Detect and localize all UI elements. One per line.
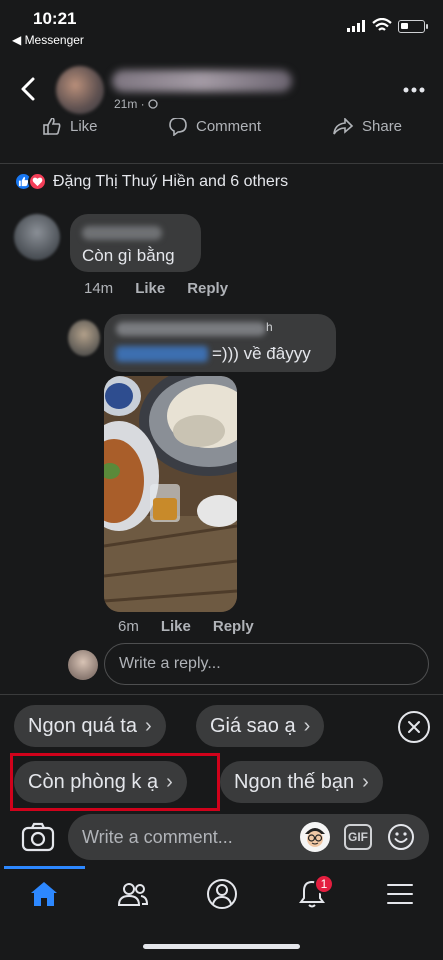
wifi-icon bbox=[372, 18, 392, 31]
post-action-row: Like Comment Share bbox=[0, 118, 443, 150]
comment-time: 14m bbox=[84, 280, 114, 297]
commenter-name-blurred[interactable] bbox=[82, 226, 162, 240]
quick-reply-label: Giá sao ạ bbox=[210, 714, 296, 737]
thumbs-up-icon bbox=[43, 118, 61, 135]
more-options-icon[interactable] bbox=[400, 80, 428, 100]
reply-reply-link[interactable]: Reply bbox=[213, 618, 254, 635]
close-icon bbox=[408, 721, 420, 733]
chevron-right-icon: › bbox=[303, 714, 311, 737]
notification-badge: 1 bbox=[314, 874, 334, 894]
comment-text: Còn gì bằng bbox=[82, 246, 175, 265]
avatar-face-icon bbox=[301, 823, 329, 851]
replier-avatar[interactable] bbox=[68, 320, 100, 356]
write-comment-input[interactable] bbox=[68, 814, 429, 860]
back-to-messenger-link[interactable]: ◀ Messenger bbox=[12, 33, 84, 47]
reply-meta: 6m Like Reply bbox=[118, 618, 254, 635]
reply-like-link[interactable]: Like bbox=[161, 618, 191, 635]
love-reaction-icon bbox=[28, 172, 47, 191]
reaction-summary[interactable]: Đặng Thị Thuý Hiền and 6 others bbox=[14, 172, 288, 191]
globe-icon bbox=[148, 99, 158, 109]
divider bbox=[0, 163, 443, 164]
food-photo-image bbox=[104, 376, 237, 612]
quick-reply-chip[interactable]: Ngon quá ta › bbox=[14, 705, 166, 747]
commenter-avatar[interactable] bbox=[14, 214, 60, 260]
tab-friends[interactable] bbox=[115, 876, 151, 912]
camera-icon[interactable] bbox=[20, 820, 56, 854]
chevron-right-icon: › bbox=[362, 770, 369, 793]
like-action-button[interactable]: Like bbox=[42, 118, 98, 136]
divider bbox=[0, 694, 443, 695]
mention-tag-blurred[interactable] bbox=[116, 346, 208, 362]
my-avatar bbox=[68, 650, 98, 680]
avatar-sticker-button[interactable] bbox=[300, 822, 330, 852]
post-author-avatar[interactable] bbox=[56, 66, 104, 114]
post-time: 21m · bbox=[114, 97, 149, 111]
quick-reply-chip[interactable]: Giá sao ạ › bbox=[196, 705, 325, 747]
share-arrow-icon bbox=[333, 118, 354, 135]
tab-home[interactable] bbox=[26, 876, 62, 912]
tab-menu[interactable] bbox=[382, 876, 418, 912]
like-action-label: Like bbox=[70, 118, 98, 135]
comment-action-button[interactable]: Comment bbox=[168, 118, 261, 136]
share-action-label: Share bbox=[362, 118, 403, 135]
reaction-names: Đặng Thị Thuý Hiền and 6 others bbox=[53, 172, 289, 190]
signal-icon bbox=[347, 20, 365, 32]
reply-text: =))) về đâyyy bbox=[212, 344, 311, 363]
close-quick-replies-button[interactable] bbox=[398, 711, 430, 743]
reply-photo[interactable] bbox=[104, 376, 237, 612]
comment-like-link[interactable]: Like bbox=[135, 280, 165, 297]
highlight-annotation bbox=[10, 753, 220, 811]
post-meta: 21m · bbox=[114, 97, 158, 111]
friends-icon bbox=[117, 883, 149, 906]
reply-time: 6m bbox=[118, 618, 139, 635]
comment-meta: 14m Like Reply bbox=[84, 280, 228, 297]
replier-name-tail: h bbox=[266, 320, 273, 334]
tab-profile[interactable] bbox=[204, 876, 240, 912]
post-author-name-blurred[interactable] bbox=[112, 70, 292, 92]
write-reply-input[interactable] bbox=[104, 643, 429, 685]
share-action-button[interactable]: Share bbox=[332, 118, 402, 136]
home-icon bbox=[31, 882, 57, 906]
comment-reply-link[interactable]: Reply bbox=[187, 280, 228, 297]
home-indicator bbox=[143, 944, 300, 949]
chevron-right-icon: › bbox=[144, 714, 152, 737]
quick-reply-chip[interactable]: Ngon thế bạn › bbox=[220, 761, 383, 803]
hamburger-menu-icon bbox=[387, 884, 413, 904]
replier-name-blurred[interactable] bbox=[116, 322, 266, 336]
quick-reply-label: Ngon thế bạn bbox=[234, 770, 355, 793]
emoji-icon[interactable] bbox=[386, 822, 416, 852]
quick-reply-label: Ngon quá ta bbox=[28, 714, 137, 737]
gif-button[interactable]: GIF bbox=[344, 824, 372, 850]
battery-icon bbox=[398, 20, 428, 33]
back-arrow-icon[interactable] bbox=[16, 76, 42, 102]
comment-bubble-icon bbox=[169, 118, 187, 136]
comment-action-label: Comment bbox=[196, 118, 262, 135]
status-time: 10:21 bbox=[33, 9, 77, 28]
profile-icon bbox=[207, 879, 237, 909]
active-tab-indicator bbox=[4, 866, 85, 869]
